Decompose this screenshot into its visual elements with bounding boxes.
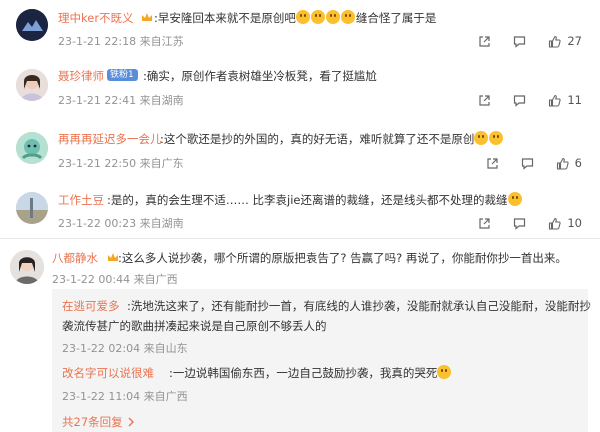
- like-count: 6: [574, 156, 582, 170]
- reply-meta: 23-1-22 11:04 来自广西: [62, 390, 188, 403]
- section-divider: [0, 238, 600, 239]
- comment-text: :早安隆回本来就不是原创吧 缝合怪了属于是: [154, 10, 437, 25]
- emoji-icon: [437, 365, 452, 379]
- avatar[interactable]: [16, 132, 48, 164]
- comment-text: :是的，真的会生理不适…… 比李袁jie还离谱的裁缝，还是线头都不处理的裁缝: [107, 192, 523, 208]
- comment-username[interactable]: 聂珍律师: [58, 68, 104, 84]
- share-button[interactable]: [478, 217, 491, 230]
- comment-text: :这么多人说抄袭，哪个所谓的原版把袁告了? 告赢了吗? 再说了，你能耐你抄一首出…: [118, 251, 567, 265]
- comment-meta: 23-1-22 00:44 来自广西: [52, 273, 178, 286]
- share-icon: [479, 35, 490, 47]
- share-icon: [479, 217, 490, 229]
- share-button[interactable]: [478, 35, 491, 48]
- comment-username[interactable]: 理中ker不既义: [58, 10, 134, 26]
- comment-meta: 23-1-22 00:23 来自湖南: [58, 217, 184, 230]
- fan-badge: 铁粉1: [107, 69, 138, 81]
- thumbs-up-icon: [556, 157, 569, 170]
- emoji-icon: [340, 10, 355, 24]
- comment-actions: 6: [464, 155, 582, 171]
- emoji-icon: [489, 131, 504, 145]
- thumbs-up-icon: [549, 35, 561, 48]
- comment-username[interactable]: 再再再延迟多一会儿: [58, 131, 162, 147]
- like-count: 11: [567, 93, 582, 107]
- like-button[interactable]: 27: [548, 34, 582, 48]
- comment-icon: [521, 157, 533, 170]
- share-button[interactable]: [486, 157, 499, 170]
- emoji-icon: [310, 10, 325, 24]
- comment-username[interactable]: 八都静水: [52, 250, 98, 266]
- like-button[interactable]: 11: [548, 93, 582, 107]
- more-replies-link[interactable]: 共27条回复: [62, 414, 135, 430]
- comment-text: :这个歌还是抄的外国的，真的好无语，难听就算了还不是原创: [160, 131, 504, 147]
- reply-text: :一边说韩国偷东西，一边自己鼓励抄袭，我真的哭死: [169, 365, 452, 381]
- comment-username[interactable]: 工作土豆: [58, 192, 104, 208]
- thumbs-up-icon: [549, 94, 561, 107]
- avatar[interactable]: [16, 69, 48, 101]
- like-count: 27: [567, 34, 582, 48]
- comment-button[interactable]: [521, 157, 534, 170]
- emoji-icon: [325, 10, 340, 24]
- comment-meta: 23-1-21 22:18 来自江苏: [58, 35, 184, 48]
- reply-username[interactable]: 在逃可爱多: [62, 298, 120, 314]
- reply-text: :洗地洗这来了，还有能耐抄一首，有底线的人谁抄袭，没能耐就承认自己没能耐，没能耐…: [127, 299, 591, 313]
- comment-icon: [514, 94, 526, 107]
- comment-button[interactable]: [513, 94, 526, 107]
- comment-text: :确实，原创作者袁树雄坐冷板凳，看了挺尴尬: [143, 69, 377, 83]
- reply-meta: 23-1-22 02:04 来自山东: [62, 342, 188, 355]
- chevron-right-icon: [128, 417, 134, 427]
- emoji-icon: [295, 10, 310, 24]
- emoji-icon: [474, 131, 489, 145]
- comment-item: 理中ker不既义 :早安隆回本来就不是原创吧 缝合怪了属于是 23-1-21 22…: [0, 0, 600, 58]
- reply-username[interactable]: 改名字可以说很难: [62, 365, 154, 381]
- comment-actions: 27: [456, 33, 582, 49]
- comment-button[interactable]: [513, 217, 526, 230]
- avatar[interactable]: [16, 192, 48, 224]
- like-count: 10: [567, 216, 582, 230]
- avatar[interactable]: [16, 9, 48, 41]
- avatar[interactable]: [10, 250, 44, 284]
- thumbs-up-icon: [549, 217, 561, 230]
- comment-item: 再再再延迟多一会儿 :这个歌还是抄的外国的，真的好无语，难听就算了还不是原创 2…: [0, 122, 600, 180]
- comment-actions: 10: [456, 215, 582, 231]
- share-icon: [479, 94, 490, 106]
- comment-meta: 23-1-21 22:50 来自广东: [58, 157, 184, 170]
- reply-thread: 在逃可爱多 :洗地洗这来了，还有能耐抄一首，有底线的人谁抄袭，没能耐就承认自己没…: [52, 289, 591, 432]
- crown-badge-icon: [142, 13, 152, 21]
- emoji-icon: [507, 192, 522, 206]
- reply-text-continued: 袭流传甚广的歌曲拼凑起来说是自己原创不够丢人的: [62, 319, 327, 333]
- comment-item: 聂珍律师 铁粉1 :确实，原创作者袁树雄坐冷板凳，看了挺尴尬 23-1-21 2…: [0, 58, 600, 116]
- like-button[interactable]: 10: [548, 216, 582, 230]
- comment-icon: [514, 217, 526, 230]
- comment-item: 八都静水 :这么多人说抄袭，哪个所谓的原版把袁告了? 告赢了吗? 再说了，你能耐…: [0, 240, 600, 288]
- share-button[interactable]: [478, 94, 491, 107]
- comment-button[interactable]: [513, 35, 526, 48]
- comment-meta: 23-1-21 22:41 来自湖南: [58, 94, 184, 107]
- share-icon: [487, 157, 498, 169]
- like-button[interactable]: 6: [556, 156, 582, 170]
- comment-actions: 11: [456, 92, 582, 108]
- comment-icon: [514, 35, 526, 48]
- comment-item: 工作土豆 :是的，真的会生理不适…… 比李袁jie还离谱的裁缝，还是线头都不处理…: [0, 186, 600, 236]
